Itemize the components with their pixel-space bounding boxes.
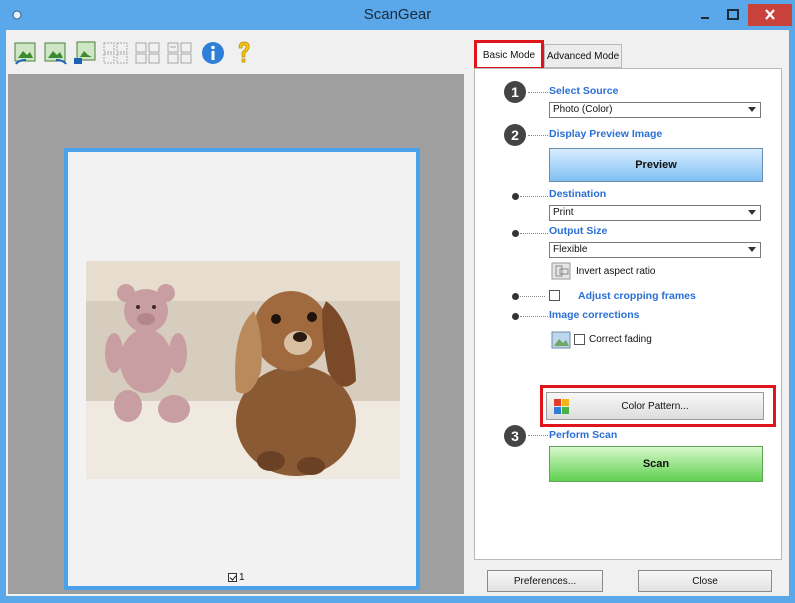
- invert-aspect-ratio-icon[interactable]: [551, 262, 571, 280]
- auto-crop-icon[interactable]: [72, 40, 100, 66]
- adjust-cropping-heading[interactable]: Adjust cropping frames: [578, 290, 696, 302]
- output-size-bullet: [512, 230, 519, 237]
- preferences-button[interactable]: Preferences...: [487, 570, 603, 592]
- help-icon[interactable]: [230, 40, 258, 66]
- image-corrections-heading: Image corrections: [549, 309, 640, 321]
- destination-select-value: Print: [553, 207, 574, 218]
- output-size-select[interactable]: Flexible: [549, 242, 761, 258]
- step-2-connector: [528, 135, 548, 136]
- close-button[interactable]: Close: [638, 570, 772, 592]
- tab-advanced-mode[interactable]: Advanced Mode: [544, 44, 622, 68]
- chevron-down-icon: [748, 210, 756, 215]
- preview-button[interactable]: Preview: [549, 148, 763, 182]
- step-3-connector: [528, 435, 548, 436]
- preview-photo: [86, 261, 400, 479]
- thumbnail-view-icon[interactable]: [102, 40, 130, 66]
- scan-button[interactable]: Scan: [549, 446, 763, 482]
- maximize-icon: [727, 9, 739, 20]
- image-corrections-bullet: [512, 313, 519, 320]
- preview-area[interactable]: 1: [8, 74, 464, 594]
- step-1-connector: [528, 92, 548, 93]
- adjust-cropping-connector: [520, 296, 545, 297]
- image-corrections-connector: [520, 316, 548, 317]
- destination-connector: [520, 196, 548, 197]
- rotate-left-icon[interactable]: [12, 40, 40, 66]
- destination-select[interactable]: Print: [549, 205, 761, 221]
- rotate-right-icon[interactable]: [42, 40, 70, 66]
- output-size-heading: Output Size: [549, 225, 608, 237]
- step-2-badge: 2: [504, 124, 526, 146]
- scanned-page[interactable]: 1: [64, 148, 420, 590]
- tab-basic-mode[interactable]: Basic Mode: [474, 40, 544, 70]
- color-pattern-highlight: [540, 385, 776, 427]
- clear-frames-icon[interactable]: [166, 40, 194, 66]
- source-select-value: Photo (Color): [553, 104, 613, 115]
- display-preview-heading: Display Preview Image: [549, 128, 663, 140]
- output-size-connector: [520, 233, 548, 234]
- page-check-icon[interactable]: [228, 573, 237, 582]
- basic-mode-panel: 1 Select Source Photo (Color) 2 Display …: [474, 68, 782, 560]
- select-source-heading: Select Source: [549, 85, 619, 97]
- info-icon[interactable]: [200, 40, 228, 66]
- minimize-button[interactable]: [692, 4, 718, 26]
- correct-fading-label: Correct fading: [589, 334, 652, 345]
- step-1-badge: 1: [504, 81, 526, 103]
- destination-bullet: [512, 193, 519, 200]
- toolbar: [6, 32, 464, 68]
- title-bar: ScanGear: [0, 0, 795, 30]
- correct-fading-checkbox[interactable]: [574, 334, 585, 345]
- correct-fading-icon: [551, 331, 571, 349]
- whole-image-icon[interactable]: [134, 40, 162, 66]
- invert-aspect-ratio-label: Invert aspect ratio: [576, 266, 656, 277]
- window-title: ScanGear: [363, 6, 432, 23]
- chevron-down-icon: [748, 247, 756, 252]
- destination-heading: Destination: [549, 188, 607, 200]
- output-size-select-value: Flexible: [553, 244, 588, 255]
- perform-scan-heading: Perform Scan: [549, 429, 618, 441]
- minimize-icon: [701, 17, 709, 19]
- chevron-down-icon: [748, 107, 756, 112]
- scangear-window: ScanGear 1 Advanced Mode Basic Mode 1 Se…: [0, 0, 795, 603]
- close-icon: [765, 9, 775, 20]
- close-window-button[interactable]: [748, 4, 792, 26]
- page-number: 1: [239, 572, 245, 583]
- adjust-cropping-bullet: [512, 293, 519, 300]
- client-area: 1 Advanced Mode Basic Mode 1 Select Sour…: [6, 30, 789, 596]
- page-checkbox[interactable]: 1: [228, 572, 245, 583]
- maximize-button[interactable]: [720, 4, 746, 26]
- adjust-cropping-checkbox[interactable]: [549, 290, 560, 301]
- step-3-badge: 3: [504, 425, 526, 447]
- source-select[interactable]: Photo (Color): [549, 102, 761, 118]
